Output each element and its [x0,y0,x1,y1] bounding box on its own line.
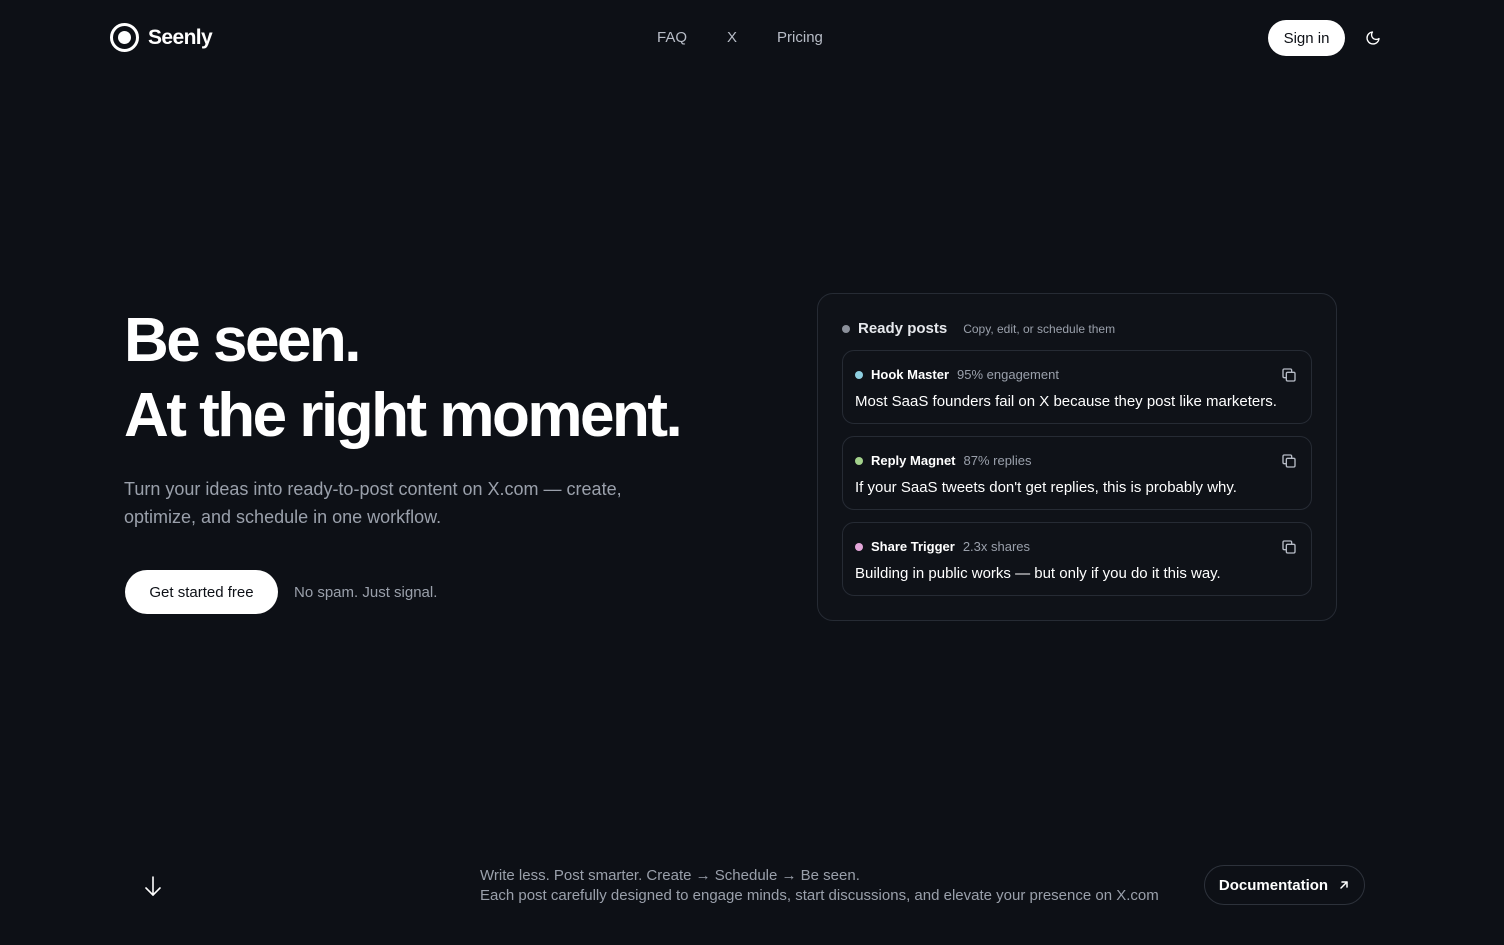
post-text: If your SaaS tweets don't get replies, t… [855,479,1237,496]
post-template-name: Hook Master [871,367,950,382]
post-text: Most SaaS founders fail on X because the… [855,393,1277,410]
headline-line-2: At the right moment. [124,381,683,450]
logo-icon [110,23,139,52]
nav-links: FAQ X Pricing [657,29,823,46]
arrow-up-right-icon [1340,881,1348,889]
nav-link-x[interactable]: X [727,29,737,46]
documentation-button[interactable]: Documentation [1204,865,1365,905]
cta-note: No spam. Just signal. [294,584,438,601]
post-status-dot [855,456,863,465]
brand-name: Seenly [148,25,213,49]
post-meta: Hook Master 95% engagement [855,367,1059,382]
post-template-name: Reply Magnet [871,453,956,468]
panel-subtitle: Copy, edit, or schedule them [963,321,1116,336]
arrow-down-icon[interactable] [143,875,163,897]
nav-link-pricing[interactable]: Pricing [777,29,823,46]
status-dot [842,324,850,333]
copy-icon[interactable] [1281,539,1297,555]
panel-title: Ready posts [858,320,948,337]
top-nav: Seenly FAQ X Pricing Sign in [0,0,1504,76]
post-meta: Share Trigger 2.3x shares [855,539,1030,554]
moon-icon [1366,31,1380,45]
post-meta: Reply Magnet 87% replies [855,453,1031,468]
theme-toggle-button[interactable] [1363,28,1383,48]
post-status-dot [855,370,863,379]
landing-page: Seenly FAQ X Pricing Sign in Be seen. At… [0,0,1504,945]
headline-line-1: Be seen. [124,306,362,375]
ready-posts-panel: Ready posts Copy, edit, or schedule them… [817,293,1337,621]
post-stat: 95% engagement [957,367,1059,382]
post-text: Building in public works — but only if y… [855,565,1221,582]
brand-logo-link[interactable]: Seenly [110,23,213,52]
post-card[interactable]: Reply Magnet 87% replies If your SaaS tw… [842,436,1312,510]
panel-header: Ready posts Copy, edit, or schedule them [842,320,1115,337]
nav-link-faq[interactable]: FAQ [657,29,687,46]
post-status-dot [855,542,863,551]
sign-in-button[interactable]: Sign in [1268,20,1345,56]
tagline-line-1: Write less. Post smarter. Create → Sched… [480,867,860,884]
get-started-button[interactable]: Get started free [125,570,278,614]
documentation-label: Documentation [1218,876,1329,894]
hero-subtext: Turn your ideas into ready-to-post conte… [124,479,622,527]
hero-headline: Be seen. At the right moment. [124,303,683,453]
post-card[interactable]: Hook Master 95% engagement Most SaaS fou… [842,350,1312,424]
post-stat: 2.3x shares [962,539,1031,554]
tagline-line-2: Each post carefully designed to engage m… [480,887,1159,904]
copy-icon[interactable] [1281,453,1297,469]
post-template-name: Share Trigger [871,539,955,554]
copy-icon[interactable] [1281,367,1297,383]
post-stat: 87% replies [963,453,1032,468]
footer-tagline: Write less. Post smarter. Create → Sched… [480,866,1159,906]
post-card[interactable]: Share Trigger 2.3x shares Building in pu… [842,522,1312,596]
